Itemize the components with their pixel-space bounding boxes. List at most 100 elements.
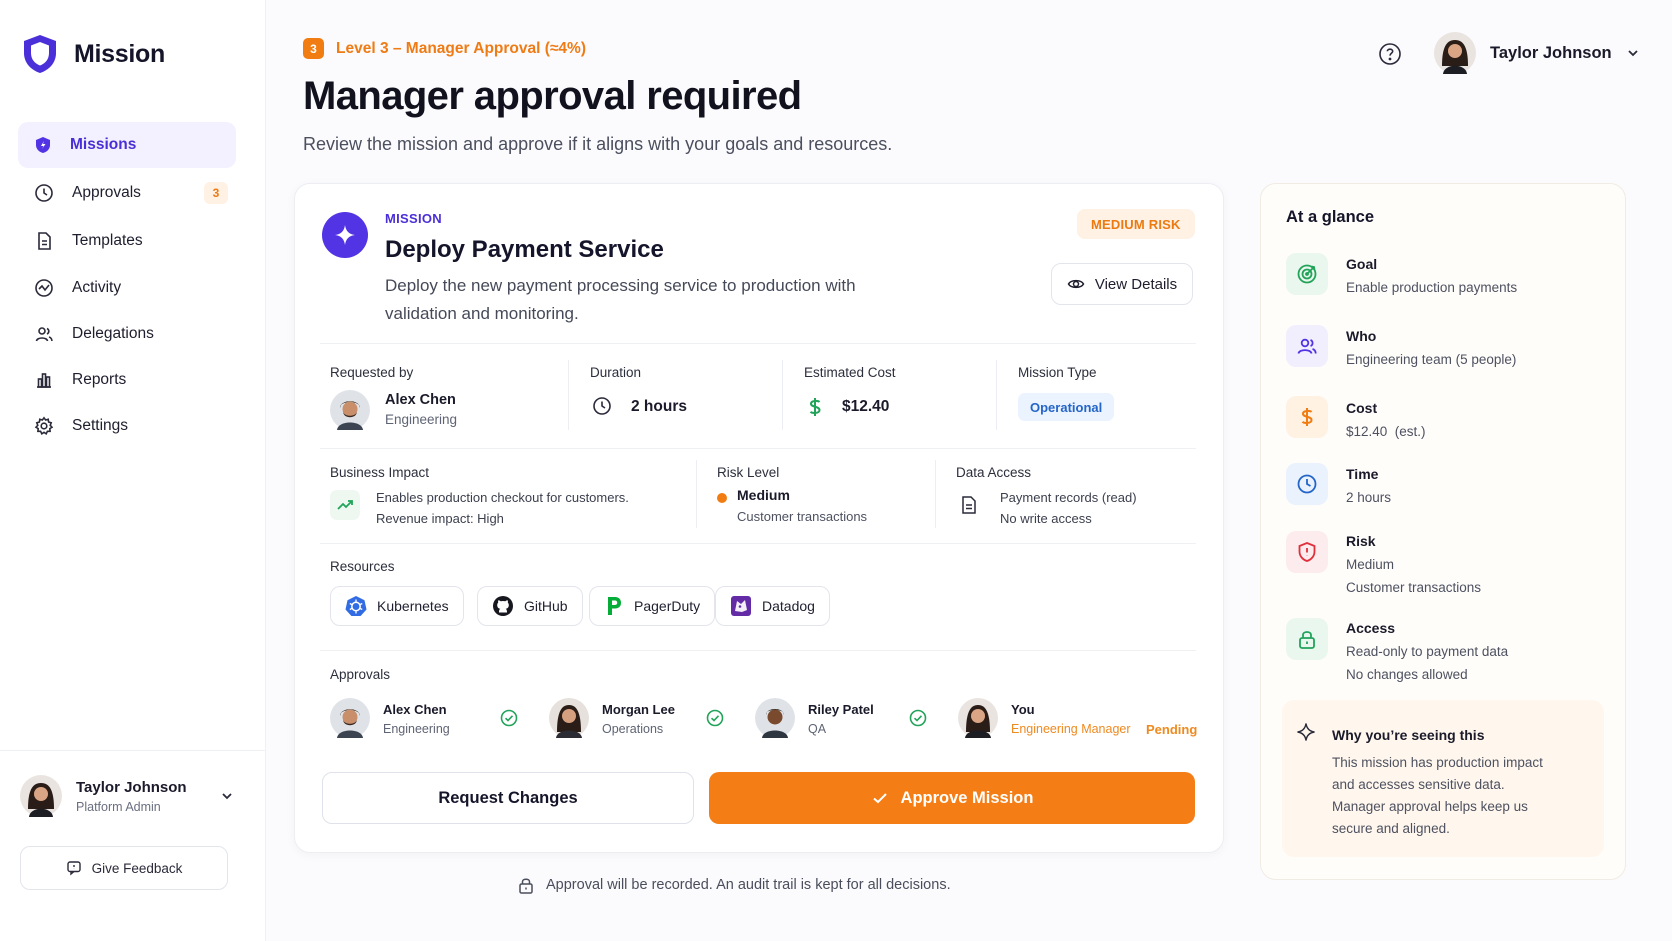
avatar (755, 698, 795, 738)
column-separator (782, 360, 783, 430)
help-icon[interactable] (1378, 42, 1402, 66)
mission-type-badge (322, 212, 368, 258)
datadog-icon (730, 595, 752, 617)
eye-icon (1067, 275, 1085, 293)
column-separator (696, 460, 697, 528)
avatar (20, 775, 62, 817)
brand[interactable]: Mission (22, 34, 165, 74)
activity-icon (34, 278, 54, 298)
business-impact-label: Business Impact (330, 465, 430, 480)
document-icon (34, 231, 54, 251)
sidebar-user-name: Taylor Johnson (76, 778, 187, 796)
team-icon (1286, 325, 1328, 367)
document-icon (960, 495, 978, 515)
why-title: Why you’re seeing this (1332, 727, 1485, 743)
sidebar-user-menu[interactable]: Taylor Johnson Platform Admin (20, 775, 234, 817)
approvals-count-badge: 3 (204, 182, 228, 204)
approver-item: Riley Patel QA (808, 702, 874, 736)
clock-icon (34, 183, 54, 203)
sidebar-item-reports[interactable]: Reports (18, 357, 236, 403)
sidebar-item-templates[interactable]: Templates (18, 218, 236, 264)
sidebar-item-label: Reports (72, 371, 127, 388)
glance-cost-value: $12.40 (est.) (1346, 424, 1426, 439)
data-access-label: Data Access (956, 465, 1032, 480)
users-icon (34, 324, 54, 344)
view-details-button[interactable]: View Details (1051, 263, 1193, 305)
sidebar-item-label: Activity (72, 279, 122, 296)
data-access-line2: No write access (1000, 511, 1092, 526)
top-user-menu[interactable]: Taylor Johnson (1434, 32, 1640, 74)
sparkle-icon (1296, 722, 1316, 742)
sidebar-divider (0, 750, 266, 751)
mission-description: Deploy the new payment processing servic… (385, 276, 856, 323)
divider (320, 543, 1196, 544)
sidebar-item-label: Settings (72, 417, 129, 434)
glance-access-label: Access (1346, 620, 1396, 636)
pagerduty-icon (604, 595, 624, 617)
why-line: This mission has production impact (1332, 755, 1543, 770)
lock-icon (1286, 618, 1328, 660)
sidebar-user-role: Platform Admin (76, 799, 161, 814)
divider (320, 448, 1196, 449)
approve-mission-button[interactable]: Approve Mission (709, 772, 1195, 824)
sidebar-item-label: Delegations (72, 325, 154, 342)
why-line: secure and aligned. (1332, 821, 1450, 836)
chevron-down-icon[interactable] (1626, 46, 1640, 60)
avatar (958, 698, 998, 738)
lock-icon (518, 876, 534, 894)
glance-risk-detail: Customer transactions (1346, 580, 1482, 595)
request-changes-button[interactable]: Request Changes (322, 772, 694, 824)
glance-who-value: Engineering team (5 people) (1346, 352, 1517, 367)
requested-by-label: Requested by (330, 365, 414, 380)
risk-level-detail: Customer transactions (737, 509, 868, 524)
chevron-down-icon[interactable] (220, 789, 234, 803)
avatar (330, 698, 370, 738)
chat-icon (66, 860, 82, 876)
risk-dot (717, 493, 727, 503)
approver-item: You Engineering Manager (1011, 702, 1131, 736)
approver-item: Morgan Lee Operations (602, 702, 675, 736)
level-text: Level 3 – Manager Approval (≈4%) (336, 39, 586, 57)
gear-icon (34, 416, 54, 436)
risk-badge: MEDIUM RISK (1077, 209, 1195, 239)
resource-chip-datadog[interactable]: Datadog (715, 586, 830, 626)
sidebar-item-activity[interactable]: Activity (18, 265, 236, 311)
duration-label: Duration (590, 365, 642, 380)
why-line: and accesses sensitive data. (1332, 777, 1505, 792)
risk-level-value: Medium (737, 487, 790, 503)
clock-icon (592, 396, 612, 416)
approver-item: Alex Chen Engineering (383, 702, 450, 736)
sidebar-item-missions[interactable]: Missions (18, 122, 236, 168)
resource-chip-github[interactable]: GitHub (477, 586, 583, 626)
give-feedback-button[interactable]: Give Feedback (20, 846, 228, 890)
sidebar-item-delegations[interactable]: Delegations (18, 311, 236, 357)
sidebar-item-label: Approvals (72, 184, 141, 201)
duration-value: 2 hours (631, 398, 687, 415)
dollar-icon (804, 396, 826, 418)
resource-chip-kubernetes[interactable]: Kubernetes (330, 586, 464, 626)
top-user-name: Taylor Johnson (1490, 43, 1612, 62)
avatar (330, 390, 370, 430)
trend-up-icon (330, 490, 360, 520)
glance-risk-value: Medium (1346, 557, 1395, 572)
shield-alert-icon (1286, 531, 1328, 573)
column-separator (935, 460, 936, 528)
sidebar-item-settings[interactable]: Settings (18, 403, 236, 449)
audit-note: Approval will be recorded. An audit trai… (518, 876, 951, 894)
resource-chip-pagerduty[interactable]: PagerDuty (589, 586, 716, 626)
target-icon (1286, 253, 1328, 295)
github-icon (492, 595, 514, 617)
estimated-cost-value: $12.40 (842, 398, 890, 415)
divider (320, 650, 1196, 651)
missions-icon (34, 136, 52, 154)
check-icon (871, 789, 889, 807)
estimated-cost-label: Estimated Cost (804, 365, 896, 380)
business-impact-line2: Revenue impact: High (376, 511, 504, 526)
sidebar-item-approvals[interactable]: Approvals 3 (18, 170, 236, 216)
brand-name: Mission (74, 39, 165, 68)
bar-chart-icon (34, 370, 54, 390)
level-number: 3 (303, 38, 324, 59)
kubernetes-icon (345, 595, 367, 617)
glance-goal-value: Enable production payments (1346, 280, 1518, 295)
sidebar-item-label: Templates (72, 232, 143, 249)
